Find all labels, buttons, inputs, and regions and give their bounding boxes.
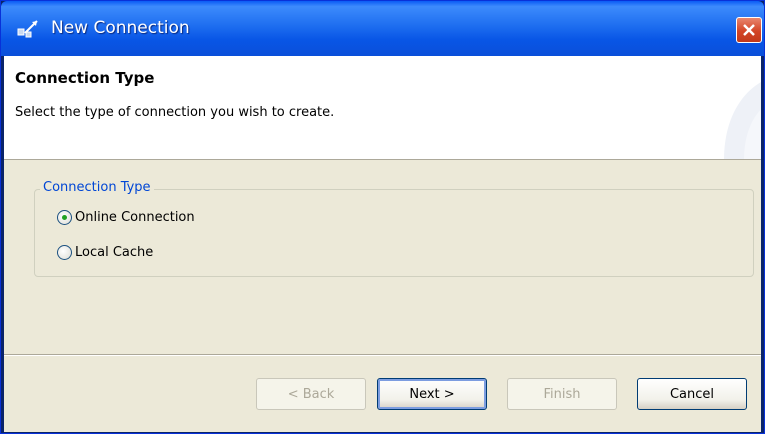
cancel-button[interactable]: Cancel [637, 378, 747, 410]
radio-button-checked[interactable] [57, 210, 72, 225]
back-button[interactable]: < Back [256, 378, 366, 410]
page-title: Connection Type [15, 69, 155, 87]
dialog-body: Connection Type Select the type of conne… [4, 56, 761, 432]
radio-label: Online Connection [75, 210, 195, 225]
window-title: New Connection [51, 18, 190, 38]
next-button[interactable]: Next > [377, 378, 487, 410]
radio-label: Local Cache [75, 245, 154, 260]
radio-local-cache[interactable]: Local Cache [57, 245, 153, 260]
finish-button[interactable]: Finish [507, 378, 617, 410]
new-connection-dialog: New Connection Connection Type Select th… [0, 0, 765, 434]
group-legend: Connection Type [40, 180, 154, 195]
footer-divider [4, 354, 761, 356]
close-button[interactable] [736, 17, 762, 43]
radio-online-connection[interactable]: Online Connection [57, 210, 195, 225]
connection-icon [17, 19, 39, 39]
close-icon [743, 24, 755, 36]
wizard-header: Connection Type Select the type of conne… [4, 56, 761, 160]
header-decoration-icon [724, 82, 761, 159]
radio-button-unchecked[interactable] [57, 245, 72, 260]
page-subtitle: Select the type of connection you wish t… [15, 105, 335, 120]
connection-type-group [34, 189, 754, 277]
title-bar[interactable]: New Connection [1, 1, 764, 56]
